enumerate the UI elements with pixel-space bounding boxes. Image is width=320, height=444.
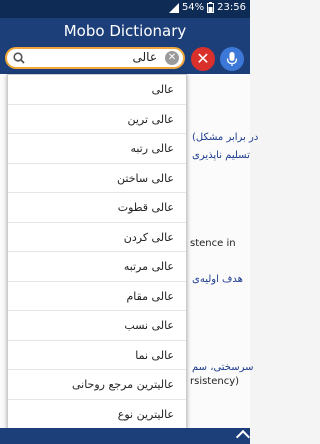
suggestion-dropdown: عالی عالی ترین عالی رتبه عالی ساختن عالی… [7,74,187,429]
suggestion-item[interactable]: عالی [8,75,186,105]
definition-fragment: هدف اولیه‌ی [192,274,243,285]
clock: 23:56 [217,2,246,13]
definition-fragment: stence in [190,238,236,249]
status-bar: 54% 23:56 [0,0,250,18]
microphone-icon [226,52,238,66]
search-value: عالی [132,50,157,64]
definition-fragment: (در برابر مشکل [192,132,259,143]
status-icons: 54% 23:56 [168,2,246,13]
close-button[interactable]: ✕ [191,47,215,71]
suggestion-item[interactable]: عالیترین نوع [8,400,186,429]
chevron-up-icon[interactable] [235,429,251,444]
suggestion-item[interactable]: عالی ساختن [8,164,186,193]
voice-search-button[interactable] [220,47,244,71]
suggestion-item[interactable]: عالی نسب [8,311,186,341]
app-title: Mobo Dictionary [0,18,250,44]
search-input[interactable]: عالی ✕ [5,47,185,69]
suggestion-item[interactable]: عالی مرتبه [8,252,186,282]
suggestion-item[interactable]: عالی رتبه [8,134,186,164]
suggestion-item[interactable]: عالیترین مرجع روحانی [8,370,186,400]
search-row: عالی ✕ ✕ [0,44,250,74]
signal-icon [168,2,179,13]
battery-icon [207,2,215,13]
suggestion-item[interactable]: عالی مقام [8,282,186,311]
clear-input-icon[interactable]: ✕ [165,51,179,65]
suggestion-item[interactable]: عالی کردن [8,223,186,252]
definition-fragment: rsistency) [190,376,240,387]
bottom-bar [0,428,251,444]
suggestion-item[interactable]: عالی قطوت [8,193,186,223]
suggestion-item[interactable]: عالی ترین [8,105,186,134]
suggestion-item[interactable]: عالی نما [8,341,186,370]
definition-fragment: تسلیم ناپذیری [192,150,250,161]
definition-fragment: سرسختی، سم [192,362,254,373]
battery-percent: 54% [181,2,205,13]
search-icon [13,52,25,64]
